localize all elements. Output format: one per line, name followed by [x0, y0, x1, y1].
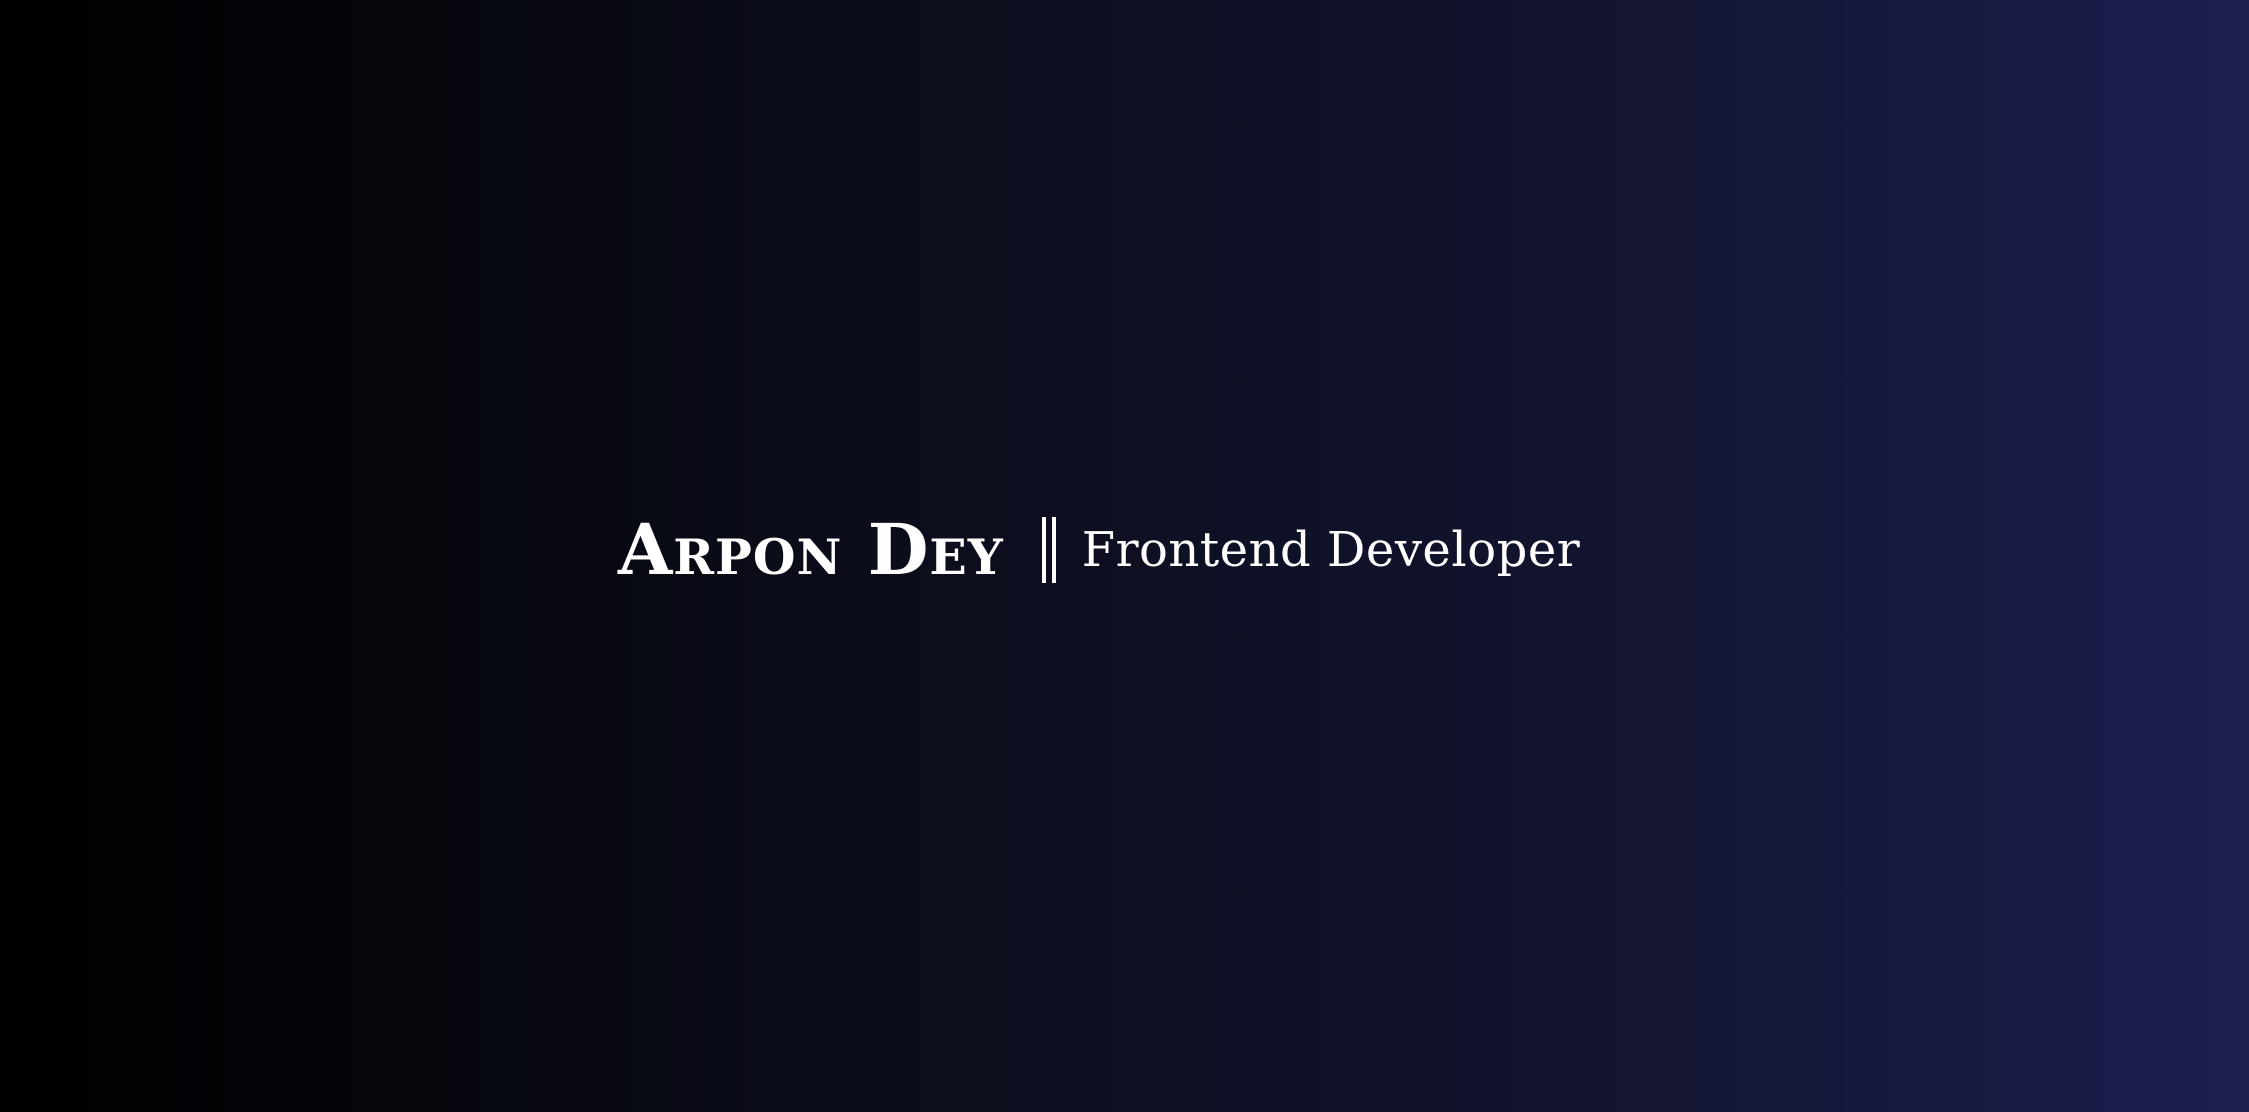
hero-name: Arpon Dey — [618, 508, 1004, 591]
hero-role: Frontend Developer — [1081, 522, 1581, 578]
hero-separator — [1041, 517, 1056, 583]
hero-section: Arpon Dey Frontend Developer — [0, 0, 2249, 1112]
separator-bar-left — [1041, 517, 1046, 583]
separator-bar-right — [1051, 517, 1056, 583]
hero-title-line: Arpon Dey Frontend Developer — [618, 505, 1580, 595]
